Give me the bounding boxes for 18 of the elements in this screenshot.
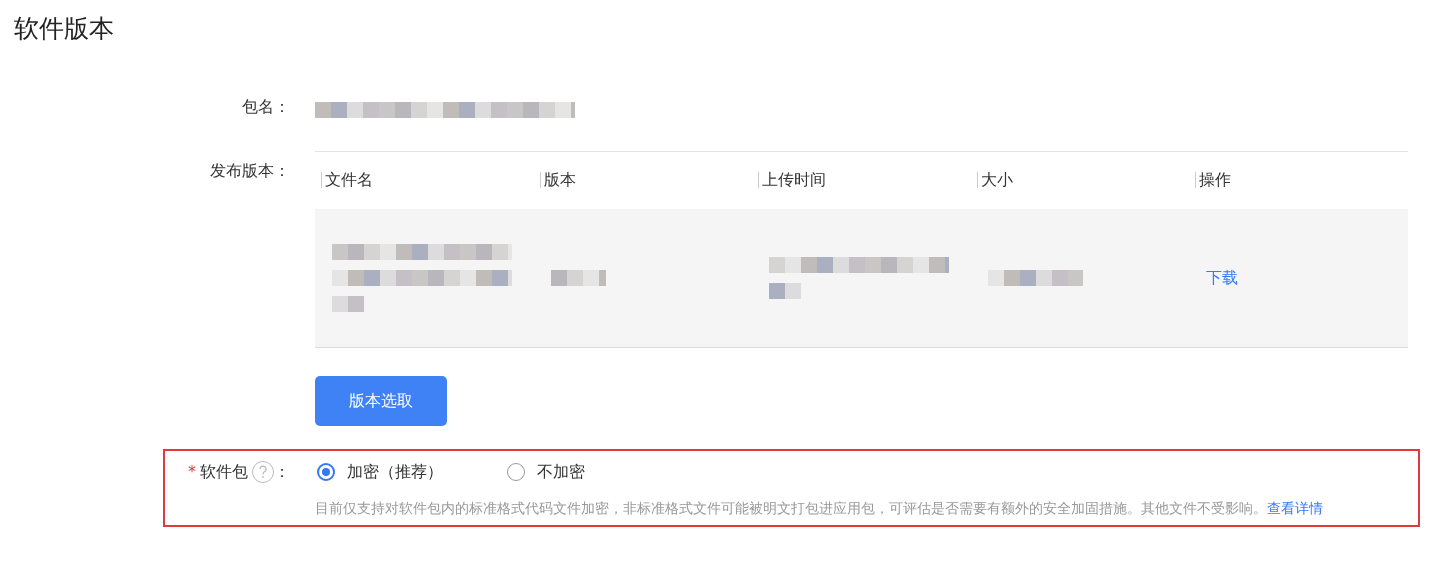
radio-button[interactable]: [317, 463, 335, 481]
column-header: 大小: [980, 170, 1013, 191]
column-header: 操作: [1199, 170, 1232, 191]
radio-option[interactable]: 不加密: [507, 461, 585, 483]
radio-option[interactable]: 加密（推荐）: [317, 461, 443, 483]
download-link[interactable]: 下载: [1206, 267, 1239, 287]
encryption-note: 目前仅支持对软件包内的标准格式代码文件加密，非标准格式文件可能被明文打包进应用包，可评估是否需要有额外的安全加固措施。其他文件不受影响。查看详情: [315, 499, 1324, 518]
column-header: 文件名: [325, 170, 373, 191]
column-header: 上传时间: [762, 170, 827, 191]
field-label: 发布版本：: [209, 160, 290, 182]
colon: ：: [274, 461, 290, 481]
details-link[interactable]: 查看详情: [1267, 500, 1323, 516]
required-mark: *: [188, 461, 196, 481]
page-title: 软件版本: [13, 13, 115, 45]
field-label: 软件包: [200, 461, 248, 481]
version-select-button[interactable]: 版本选取: [315, 376, 447, 426]
field-label: 包名：: [241, 97, 290, 118]
column-header: 版本: [543, 170, 576, 191]
